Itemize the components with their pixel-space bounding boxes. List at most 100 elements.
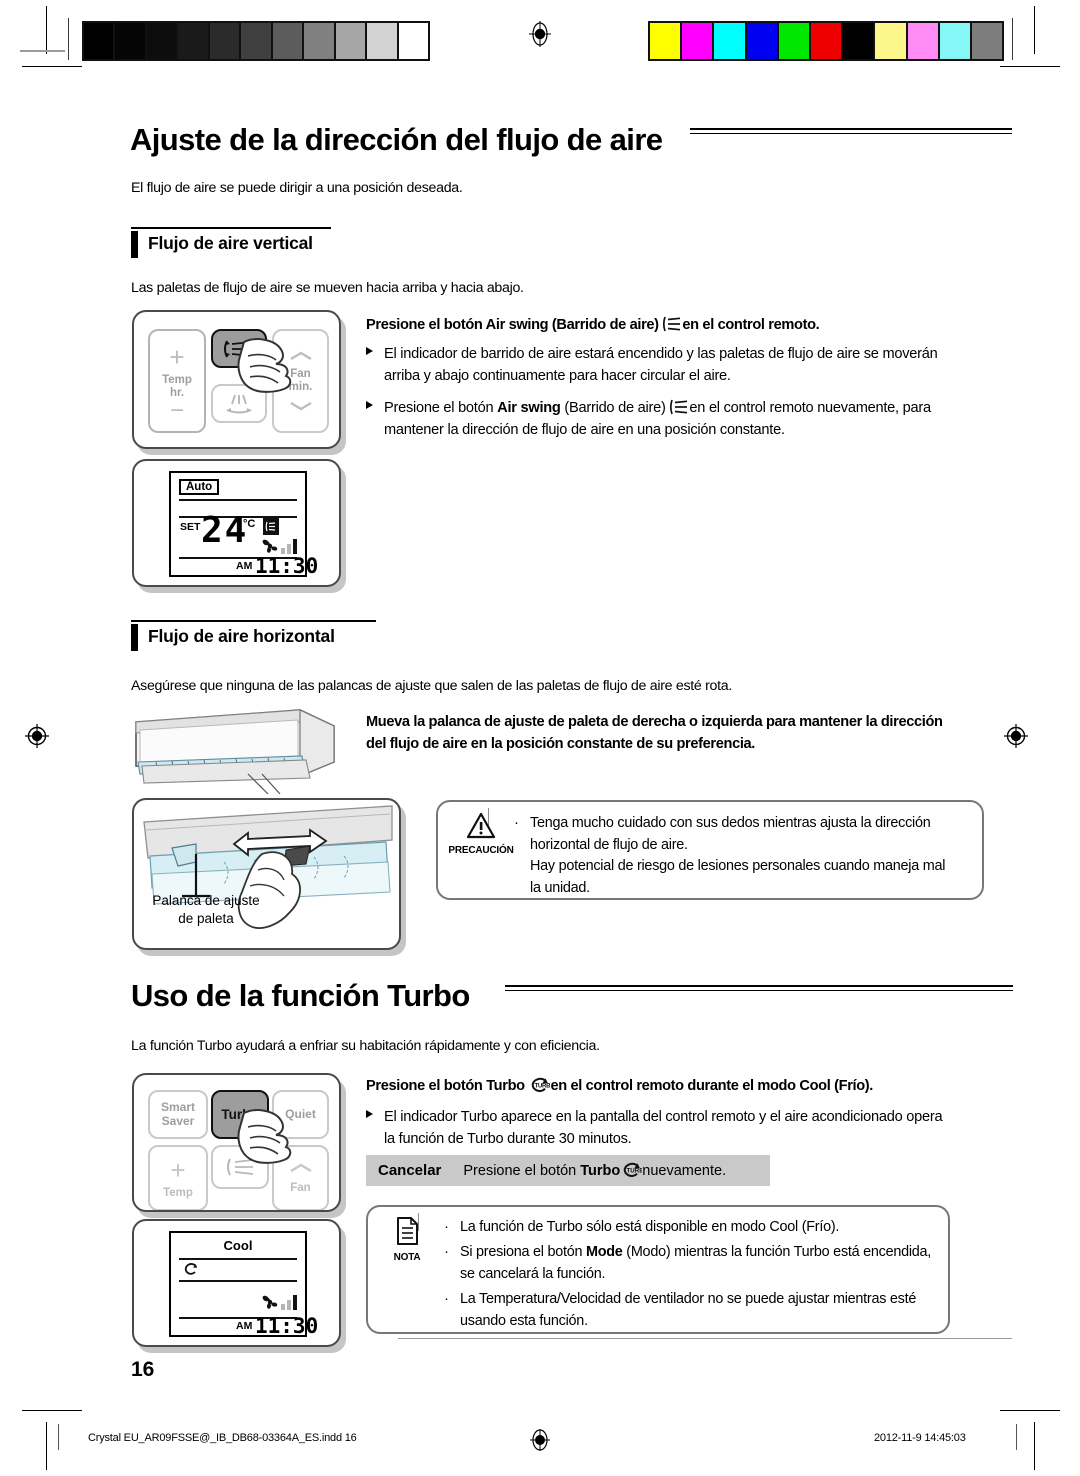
cancel-instruction: Presione el botón Turbo TURBOnuevamente. [463, 1162, 726, 1179]
grayscale-swatch [398, 23, 428, 59]
crop-mark-top-right-inner-v [1012, 18, 1013, 60]
temp-up-icon: + [169, 341, 185, 372]
grayscale-swatch [367, 23, 397, 59]
note-item-text: La función de Turbo sólo está disponible… [460, 1219, 840, 1235]
section2-title-rule [505, 985, 1013, 991]
lever-caption-line1: Palanca de ajuste [152, 893, 260, 908]
lcd-rule-1 [179, 1258, 297, 1260]
instruction-suffix: en el control remoto. [682, 317, 820, 333]
temp-button-group[interactable]: + Temp [148, 1145, 208, 1210]
grayscale-swatch [84, 23, 114, 59]
turbo-indicator-icon [184, 1263, 198, 1275]
lcd-mode-label: Cool [223, 1238, 253, 1253]
color-swatch [650, 23, 681, 59]
instruction-bold: Turbo [486, 1078, 525, 1094]
subheading-rule [131, 227, 331, 229]
registration-mark-top [527, 21, 553, 47]
lcd-mode-badge: Auto [179, 479, 220, 495]
section1-intro: El flujo de aire se puede dirigir a una … [131, 180, 463, 196]
lcd-mode-label: Auto [186, 481, 213, 493]
color-swatch [682, 23, 713, 59]
bullet-dot-icon: · [444, 1290, 449, 1307]
lever-caption-line2: de paleta [178, 910, 234, 926]
triangle-bullet-icon [366, 347, 373, 355]
vertical-bullet-1: El indicador de barrido de aire estará e… [366, 343, 942, 387]
caution-item: · Tenga mucho cuidado con sus dedos mien… [514, 813, 966, 899]
temp-label: Temp [163, 1186, 193, 1199]
crop-mark-top-left-h [22, 66, 82, 67]
remote-display-illustration-turbo: Cool AM 11:30 [132, 1219, 341, 1347]
grayscale-swatch [115, 23, 145, 59]
caution-item-line2: horizontal de flujo de aire. [530, 836, 688, 853]
turbo-instruction: Presione el botón Turbo TURBO en el cont… [366, 1076, 966, 1098]
footer-rule [398, 1338, 1012, 1339]
instruction-suffix: en el control remoto durante el modo Coo… [550, 1078, 874, 1094]
svg-text:TURBO: TURBO [627, 1168, 643, 1175]
color-swatch [714, 23, 745, 59]
fan-speed-bars-icon [281, 539, 297, 554]
caution-item-line1: Tenga mucho cuidado con sus dedos mientr… [530, 815, 931, 831]
blade-lever-detail-illustration: Palanca de ajuste de paleta [132, 798, 401, 950]
note-icon-group: NOTA [376, 1216, 438, 1263]
crop-mark-top-left-inner-v [68, 18, 69, 60]
indoor-unit-illustration [128, 704, 343, 795]
pointing-hand-icon [237, 1109, 292, 1164]
lcd-meridiem: AM [236, 560, 253, 572]
subheading-tab [131, 231, 138, 258]
caution-callout: PRECAUCIÓN · Tenga mucho cuidado con sus… [436, 800, 984, 900]
temp-down-icon: − [169, 396, 184, 424]
temp-button-group[interactable]: + Temp hr. − [148, 329, 206, 433]
color-swatch [746, 23, 777, 59]
color-calibration-bar [648, 21, 1004, 61]
lcd-time: 11:30 [255, 554, 319, 578]
remote-control-illustration-vertical: + Temp hr. − Fan min. [132, 310, 341, 449]
caution-item-line4: la unidad. [530, 879, 590, 896]
grayscale-swatch [272, 23, 303, 59]
smart-saver-button[interactable]: Smart Saver [148, 1090, 208, 1139]
instruction-mid: (Barrido de aire) [548, 317, 663, 333]
color-swatch [971, 23, 1003, 59]
color-swatch [810, 23, 842, 59]
crop-mark-top-left-v [46, 6, 47, 54]
lcd-temp-unit: °C [243, 518, 256, 530]
grayscale-swatch [178, 23, 208, 59]
vertical-airflow-lead: Las paletas de flujo de aire se mueven h… [131, 280, 524, 296]
bullet-dot-icon: · [444, 1243, 449, 1260]
bullet-text: Presione el botón Air swing (Barrido de … [384, 397, 956, 441]
section2-title: Uso de la función Turbo [131, 978, 470, 1013]
lcd-screen: Cool AM 11:30 [169, 1231, 318, 1337]
note-callout: NOTA · La función de Turbo sólo está dis… [366, 1205, 950, 1334]
note-item-3: · La Temperatura/Velocidad de ventilador… [444, 1289, 930, 1332]
crop-mark-bottom-left-h [22, 1410, 82, 1411]
caution-icon-group: PRECAUCIÓN [446, 812, 516, 856]
color-swatch [778, 23, 809, 59]
fan-speed-bars-icon [281, 1295, 297, 1310]
bullet-pre: Presione el botón [384, 400, 498, 416]
page-number: 16 [131, 1358, 155, 1381]
note-item-text: La Temperatura/Velocidad de ventilador n… [460, 1291, 917, 1329]
turbo-icon: TURBO [623, 1162, 643, 1177]
bullet-text: El indicador Turbo aparece en la pantall… [384, 1109, 943, 1148]
grayscale-calibration-bar [82, 21, 430, 61]
lcd-meridiem: AM [236, 1320, 253, 1332]
cancel-post: nuevamente. [642, 1163, 727, 1179]
note-document-icon [397, 1217, 418, 1245]
color-swatch [875, 23, 906, 59]
crop-mark-bottom-right-v [1034, 1422, 1035, 1470]
page-title: Ajuste de la dirección del flujo de aire [130, 122, 663, 157]
air-swing-icon [670, 399, 688, 415]
instruction-bold: Air swing [485, 317, 549, 333]
note-bold: Mode [585, 1244, 623, 1260]
subheading-label: Flujo de aire horizontal [148, 626, 335, 646]
caution-item-line3: Hay potencial de riesgo de lesiones pers… [530, 858, 946, 875]
cancel-pre: Presione el botón [463, 1163, 581, 1179]
footer-divider-left [58, 1424, 59, 1450]
cancel-bold: Turbo [580, 1163, 621, 1179]
crop-mark-bottom-left-v [46, 1422, 47, 1470]
page-title-rule [690, 128, 1012, 134]
triangle-bullet-icon [366, 1110, 373, 1118]
footer-filename: Crystal EU_AR09FSSE@_IB_DB68-03364A_ES.i… [88, 1432, 357, 1444]
grayscale-swatch [241, 23, 271, 59]
subheading-rule [131, 620, 376, 622]
note-pre: Si presiona el botón [460, 1244, 586, 1260]
